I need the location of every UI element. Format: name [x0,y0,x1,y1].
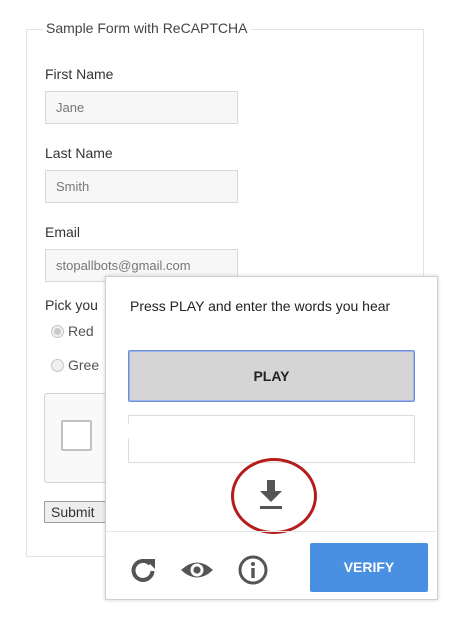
last-name-label: Last Name [45,145,113,161]
radio-button[interactable] [51,358,64,372]
info-icon[interactable] [238,555,268,585]
challenge-instructions: Press PLAY and enter the words you hear [130,298,391,314]
radio-label: Gree [68,357,100,373]
footer-divider [106,531,439,532]
recaptcha-audio-challenge: Press PLAY and enter the words you hear … [105,276,439,600]
email-label: Email [45,224,81,240]
popup-pointer-fill [121,420,132,442]
radio-option-green[interactable]: Gree [51,357,99,373]
first-name-field[interactable]: Jane [45,91,238,124]
play-button[interactable]: PLAY [128,350,415,402]
visual-challenge-icon[interactable] [180,555,214,585]
submit-button[interactable]: Submit [44,501,114,523]
radio-option-red[interactable]: Red [51,323,94,339]
form-legend: Sample Form with ReCAPTCHA [43,20,251,36]
radio-button[interactable] [51,324,64,338]
pick-color-label: Pick you [45,297,98,313]
verify-button[interactable]: VERIFY [310,543,428,592]
reload-icon[interactable] [128,555,158,585]
highlight-circle [231,458,317,534]
recaptcha-checkbox[interactable] [61,420,92,451]
radio-label: Red [68,323,94,339]
first-name-label: First Name [45,66,114,82]
audio-response-input[interactable] [128,415,415,463]
last-name-field[interactable]: Smith [45,170,238,203]
